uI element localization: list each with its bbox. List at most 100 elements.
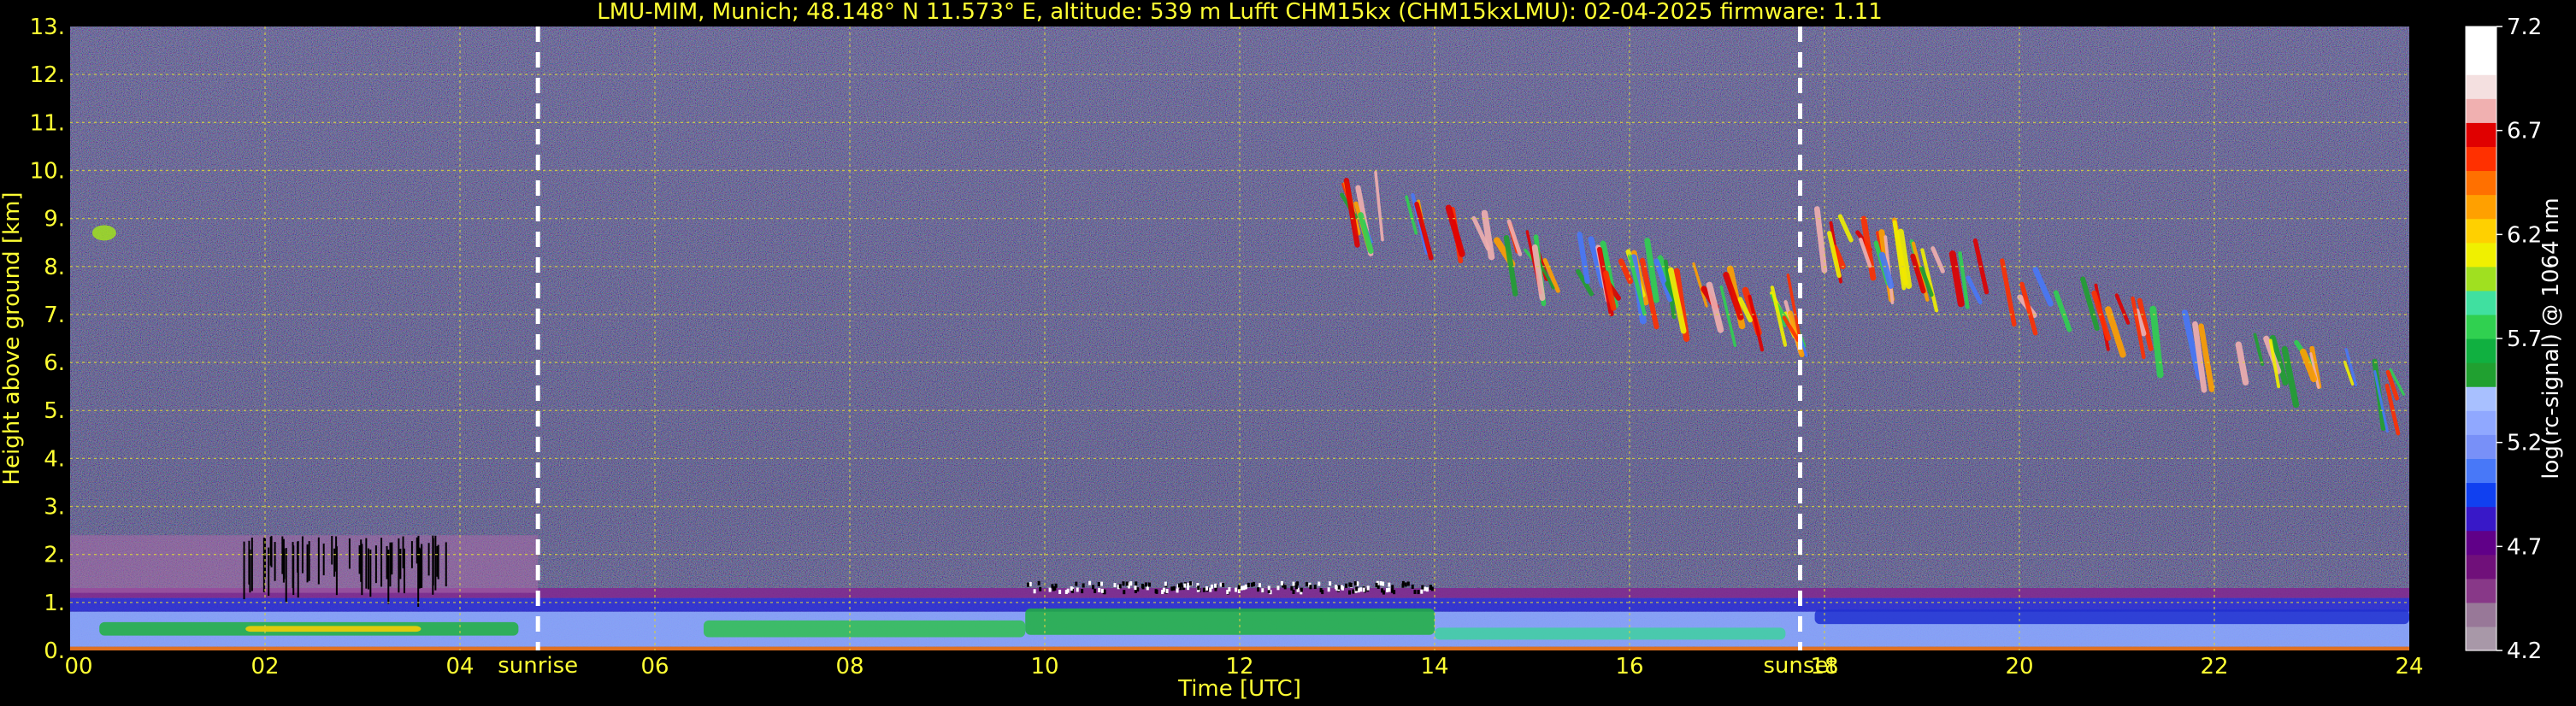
colorbar-segment xyxy=(2466,74,2496,99)
bl-speckle xyxy=(1183,583,1187,588)
bl-speckle xyxy=(1053,585,1057,591)
colorbar-segment xyxy=(2466,458,2496,484)
aerosol-streak xyxy=(331,536,333,565)
bl-speckle xyxy=(1417,590,1420,595)
bl-speckle xyxy=(1165,588,1169,593)
cloud-patch xyxy=(91,225,116,241)
y-tick-label: 3. xyxy=(44,495,65,521)
x-tick-label: 24 xyxy=(2395,654,2423,680)
bl-speckle xyxy=(1170,586,1174,591)
marker-label-sunrise: sunrise xyxy=(498,653,578,679)
bl-speckle xyxy=(1081,589,1084,594)
x-tick-label: 16 xyxy=(1615,654,1643,680)
bl-speckle xyxy=(1234,587,1237,592)
bl-speckle xyxy=(1401,583,1405,588)
aerosol-streak xyxy=(386,545,388,580)
aerosol-streak xyxy=(322,543,325,576)
aerosol-streak xyxy=(445,542,447,587)
bl-speckle xyxy=(1097,581,1100,586)
aerosol-streak xyxy=(283,548,286,580)
bl-speckle xyxy=(1337,585,1341,590)
colorbar-segment xyxy=(2466,290,2496,315)
x-tick-label: 00 xyxy=(64,654,92,680)
aerosol-streak xyxy=(437,544,439,580)
aerosol-streak xyxy=(274,542,276,581)
colorbar-tick-label: 7.2 xyxy=(2507,15,2542,40)
y-axis-label: Height above ground [km] xyxy=(0,191,25,485)
aerosol-streak xyxy=(251,537,253,591)
bl-speckle xyxy=(1294,585,1298,590)
bl-speckle xyxy=(1144,582,1147,587)
bl-core-4 xyxy=(1435,627,1786,640)
y-tick-label: 0. xyxy=(44,638,65,664)
bl-speckle xyxy=(1058,589,1062,594)
aerosol-streak xyxy=(369,550,372,597)
bl-speckle xyxy=(1100,588,1104,593)
bl-core-5 xyxy=(1814,609,2409,625)
bl-speckle xyxy=(1026,582,1029,587)
bl-speckle xyxy=(1421,585,1424,590)
aerosol-streak xyxy=(249,549,251,593)
bl-speckle xyxy=(1424,586,1427,591)
y-tick-label: 10. xyxy=(30,158,65,184)
aerosol-streak xyxy=(306,544,309,583)
bl-speckle xyxy=(1391,585,1394,590)
bl-speckle xyxy=(1347,590,1351,595)
aerosol-streak xyxy=(387,550,390,604)
bl-speckle xyxy=(1329,581,1332,586)
aerosol-streak xyxy=(333,548,336,577)
aerosol-streak xyxy=(374,545,377,584)
bl-core-1 xyxy=(245,626,421,632)
x-axis-label: Time [UTC] xyxy=(1177,676,1301,702)
x-tick-label: 20 xyxy=(2005,654,2033,680)
x-tick-label: 14 xyxy=(1420,654,1448,680)
bl-speckle xyxy=(1317,581,1321,586)
bl-speckle xyxy=(1197,585,1200,591)
bl-speckle xyxy=(1098,587,1101,592)
x-tick-label: 02 xyxy=(251,654,279,680)
aerosol-band xyxy=(70,535,539,593)
bl-speckle xyxy=(1075,581,1078,586)
aerosol-streak xyxy=(427,543,430,576)
bl-speckle xyxy=(1066,588,1070,593)
bl-speckle xyxy=(1267,585,1270,591)
bl-speckle xyxy=(1135,581,1138,586)
aerosol-streak xyxy=(292,542,294,589)
colorbar-tick-label: 4.7 xyxy=(2507,534,2542,560)
colorbar-segment xyxy=(2466,218,2496,244)
bl-speckle xyxy=(1375,582,1378,587)
bl-speckle xyxy=(1076,587,1079,592)
bl-speckle xyxy=(1147,582,1151,587)
aerosol-streak xyxy=(281,536,284,574)
colorbar-tick-label: 4.2 xyxy=(2507,638,2542,664)
bl-speckle xyxy=(1253,581,1256,586)
bl-speckle xyxy=(1425,587,1429,592)
bl-speckle xyxy=(1037,580,1040,585)
y-tick-label: 9. xyxy=(44,207,65,232)
chart-title: LMU-MIM, Munich; 48.148° N 11.573° E, al… xyxy=(597,0,1882,25)
bl-speckle xyxy=(1352,589,1355,594)
y-tick-label: 6. xyxy=(44,350,65,376)
y-tick-label: 5. xyxy=(44,398,65,424)
bl-speckle xyxy=(1122,581,1125,586)
aerosol-streak xyxy=(434,535,437,591)
y-tick-label: 8. xyxy=(44,255,65,280)
bl-speckle xyxy=(1309,585,1312,590)
aerosol-streak xyxy=(308,541,310,581)
aerosol-streak xyxy=(367,548,369,590)
colorbar-segment xyxy=(2466,170,2496,196)
x-tick-label: 18 xyxy=(1810,654,1838,680)
bl-speckle xyxy=(1141,583,1144,588)
bl-speckle xyxy=(1319,588,1323,593)
bl-speckle xyxy=(1362,587,1365,592)
bl-speckle xyxy=(1210,584,1213,589)
bl-speckle xyxy=(1082,583,1085,588)
bl-speckle xyxy=(1379,581,1382,586)
colorbar-segment xyxy=(2466,146,2496,172)
y-tick-labels: 0. 1. 2. 3. 4. 5. 6. 7. 8. 9. 10. 11. 12. 13. xyxy=(30,15,65,664)
colorbar-segment xyxy=(2466,98,2496,123)
bl-speckle xyxy=(1393,590,1396,595)
bl-speckle xyxy=(1237,585,1241,590)
colorbar-label: log(rc-signal) @ 1064 nm xyxy=(2538,197,2564,479)
bl-speckle xyxy=(1051,584,1054,589)
